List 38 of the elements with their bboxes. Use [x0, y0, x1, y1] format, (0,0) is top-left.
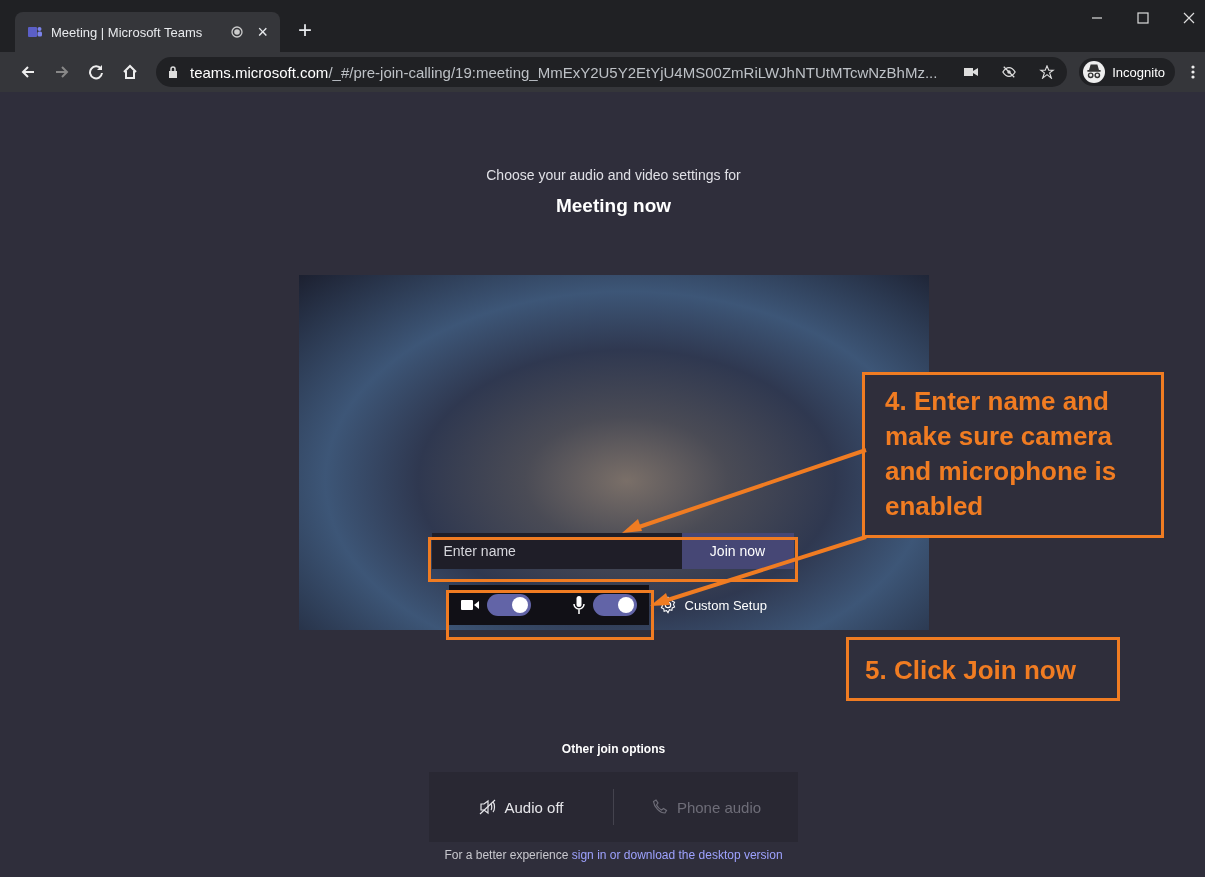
microphone-icon — [572, 596, 585, 614]
settings-icon — [658, 596, 677, 614]
meeting-title: Meeting now — [555, 195, 672, 217]
speaker-muted-icon — [478, 799, 497, 815]
home-icon[interactable] — [122, 64, 138, 80]
annotation-callout: 4. Enter name and make sure camera and microphone is enabled — [862, 372, 1164, 538]
address-bar[interactable]: teams.microsoft.com/_#/pre-join-calling/19:meeting_MmExY2U5Y2EtYjU4MS00ZmRiLWJhNTUtMTcwNzBhMz... — [156, 57, 1068, 87]
incognito-profile-button[interactable]: Incognito — [1079, 58, 1175, 86]
lock-icon — [168, 66, 178, 78]
new-tab-button[interactable]: + — [298, 16, 312, 44]
camera-icon[interactable] — [963, 65, 980, 79]
recording-icon — [231, 26, 244, 38]
join-option-button[interactable]: Audio off — [429, 772, 613, 842]
back-arrow-icon[interactable] — [20, 64, 36, 80]
forward-arrow-icon[interactable] — [54, 64, 70, 80]
toggle-switch[interactable] — [592, 594, 637, 616]
url-text: teams.microsoft.com/_#/pre-join-calling/19:meeting_MmExY2U5Y2EtYjU4MS00ZmRiLWJhNTUtMTcwNzBhMz... — [190, 63, 939, 81]
phone-icon — [650, 799, 669, 815]
video-camera-icon — [460, 599, 479, 611]
other-options-heading: Other join options — [561, 742, 666, 756]
teams-logo-icon — [27, 24, 43, 40]
sign-in-link[interactable]: sign in — [571, 848, 607, 862]
reload-icon[interactable] — [88, 64, 104, 80]
browser-tab[interactable]: Meeting | Microsoft Teams × — [15, 12, 280, 52]
subtitle: Choose your audio and video settings for — [486, 167, 741, 183]
star-icon[interactable] — [1039, 65, 1056, 79]
tab-title: Meeting | Microsoft Teams — [51, 24, 204, 40]
footer-text: For a better experience sign in or download the desktop version — [444, 848, 783, 862]
maximize-icon[interactable] — [1137, 12, 1149, 24]
incognito-icon — [1083, 61, 1106, 83]
annotation-callout: 5. Click Join now — [846, 637, 1120, 701]
menu-icon[interactable] — [1191, 64, 1195, 80]
eye-slash-icon[interactable] — [1001, 65, 1018, 79]
custom-setup-button[interactable]: Custom Setup — [658, 596, 767, 614]
close-tab-button[interactable]: × — [257, 21, 268, 43]
download-desktop-link[interactable]: download the desktop version — [623, 848, 783, 862]
close-icon[interactable] — [1183, 12, 1195, 24]
toggle-switch[interactable] — [486, 594, 531, 616]
